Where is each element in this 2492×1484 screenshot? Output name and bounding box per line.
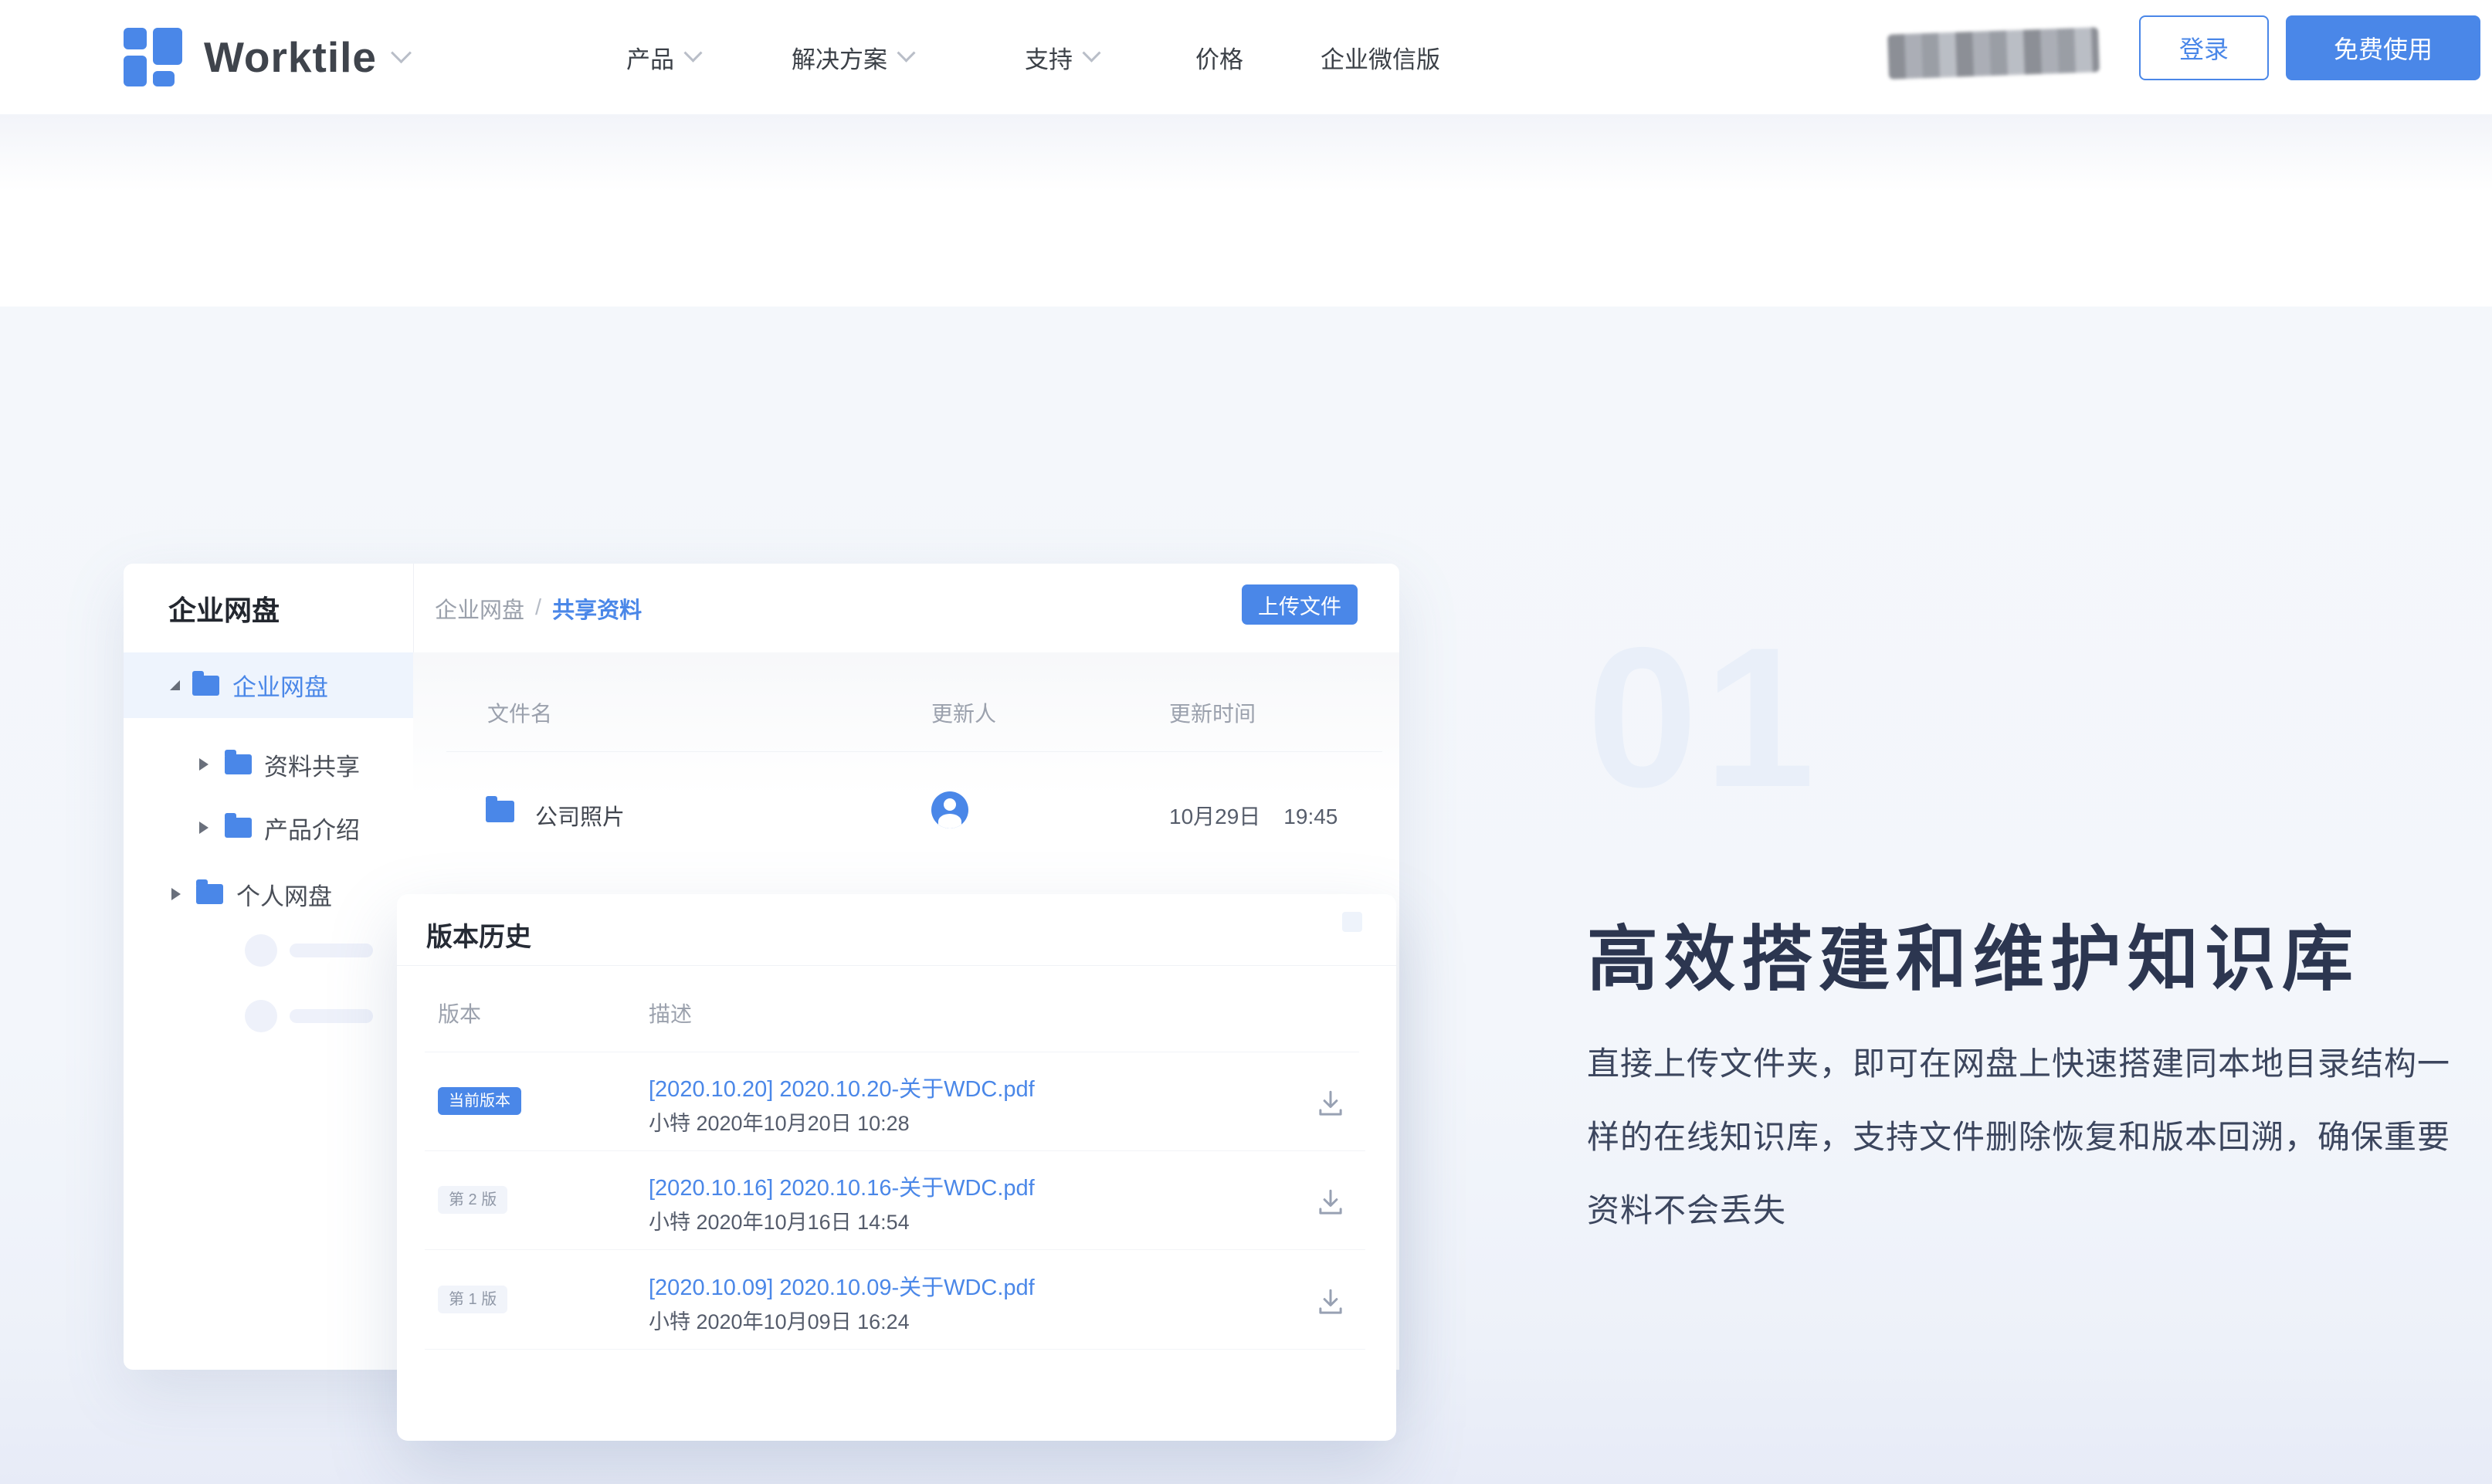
tree-item-shared-files[interactable]: 资料共享: [124, 733, 413, 796]
tree-item-enterprise-drive[interactable]: 企业网盘: [124, 652, 413, 718]
download-icon[interactable]: [1314, 1187, 1347, 1219]
download-icon[interactable]: [1314, 1286, 1347, 1319]
caret-expanded-icon[interactable]: [170, 680, 180, 690]
tree-item-product-intro[interactable]: 产品介绍: [124, 796, 413, 859]
version-meta: 小特 2020年10月16日 14:54: [649, 1205, 910, 1235]
nav-item-products[interactable]: 产品: [626, 0, 700, 114]
skeleton-bar: [290, 944, 373, 957]
version-badge: 第 2 版: [438, 1186, 507, 1214]
skeleton-bar: [290, 1009, 373, 1023]
brand-logo[interactable]: Worktile: [124, 0, 409, 114]
skeleton-circle: [245, 934, 277, 967]
version-row-2: 第 2 版 [2020.10.16] 2020.10.16-关于WDC.pdf …: [397, 1151, 1396, 1250]
upload-file-button[interactable]: 上传文件: [1242, 584, 1358, 625]
version-table-header: 版本 描述: [397, 965, 1396, 1052]
version-row-1: 第 1 版 [2020.10.09] 2020.10.09-关于WDC.pdf …: [397, 1251, 1396, 1350]
nav-item-pricing[interactable]: 价格: [1195, 0, 1243, 114]
version-history-dialog: 版本历史 版本 描述 当前版本 [2020.10.20] 2020.10.20-…: [397, 894, 1396, 1441]
version-file-link[interactable]: [2020.10.16] 2020.10.16-关于WDC.pdf: [649, 1170, 1035, 1202]
breadcrumb: 企业网盘 / 共享资料: [435, 564, 642, 652]
column-description: 描述: [649, 998, 692, 1028]
version-file-link[interactable]: [2020.10.20] 2020.10.20-关于WDC.pdf: [649, 1071, 1035, 1103]
version-history-header: 版本历史: [397, 894, 1396, 966]
column-updated-by: 更新人: [931, 697, 996, 728]
drive-main-header: 企业网盘 / 共享资料 上传文件: [413, 564, 1399, 653]
feature-description: 直接上传文件夹，即可在网盘上快速搭建同本地目录结构一样的在线知识库，支持文件删除…: [1587, 1027, 2475, 1247]
file-updated-time: 10月29日19:45: [1169, 800, 1338, 831]
folder-icon: [192, 676, 219, 696]
login-button[interactable]: 登录: [2139, 15, 2269, 80]
caret-collapsed-icon[interactable]: [199, 758, 209, 771]
sidebar-header: 企业网盘: [124, 564, 413, 653]
file-name[interactable]: 公司照片: [535, 799, 625, 832]
feature-title: 高效搭建和维护知识库: [1587, 902, 2359, 1005]
feature-index-watermark: 01: [1587, 618, 1821, 817]
dialog-title: 版本历史: [426, 916, 531, 954]
tree-item-personal-drive[interactable]: 个人网盘: [124, 862, 413, 926]
header-gradient: [0, 114, 2492, 191]
skeleton-circle: [245, 1000, 277, 1032]
page: Worktile 产品 解决方案 支持 价格 企业微信版 登录 免费使用 01 …: [0, 0, 2492, 1484]
caret-collapsed-icon[interactable]: [171, 888, 181, 900]
file-row-company-photos[interactable]: 公司照片 10月29日19:45: [413, 768, 1399, 853]
breadcrumb-parent[interactable]: 企业网盘: [435, 592, 524, 625]
signup-free-button[interactable]: 免费使用: [2286, 15, 2480, 80]
chevron-down-icon: [683, 43, 702, 62]
breadcrumb-separator: /: [535, 595, 541, 621]
folder-icon: [225, 754, 252, 774]
folder-icon: [225, 818, 252, 838]
version-meta: 小特 2020年10月20日 10:28: [649, 1106, 910, 1137]
folder-icon: [486, 801, 514, 822]
folder-icon: [196, 884, 223, 904]
download-icon[interactable]: [1314, 1088, 1347, 1120]
caret-collapsed-icon[interactable]: [199, 822, 209, 834]
version-row-current: 当前版本 [2020.10.20] 2020.10.20-关于WDC.pdf 小…: [397, 1052, 1396, 1151]
drive-sidebar: 企业网盘 企业网盘 资料共享 产品介绍 个人网盘: [124, 564, 414, 1370]
chevron-down-icon: [391, 42, 412, 63]
worktile-logo-icon: [124, 28, 182, 86]
column-version: 版本: [438, 998, 481, 1028]
divider: [446, 751, 1382, 752]
version-badge: 第 1 版: [438, 1286, 507, 1313]
divider: [425, 1349, 1365, 1350]
divider: [425, 1249, 1365, 1250]
phone-number-blurred: [1887, 27, 2100, 79]
column-filename: 文件名: [487, 697, 552, 728]
file-table-header: 文件名 更新人 更新时间: [413, 697, 1399, 728]
top-navigation-bar: Worktile 产品 解决方案 支持 价格 企业微信版 登录 免费使用: [0, 0, 2492, 114]
dialog-corner-icon[interactable]: [1342, 912, 1362, 932]
chevron-down-icon: [1082, 43, 1100, 62]
user-avatar-icon: [931, 791, 968, 828]
nav-item-support[interactable]: 支持: [1025, 0, 1098, 114]
version-file-link[interactable]: [2020.10.09] 2020.10.09-关于WDC.pdf: [649, 1269, 1035, 1302]
version-badge-current: 当前版本: [438, 1087, 521, 1115]
breadcrumb-current: 共享资料: [552, 592, 642, 625]
sidebar-title: 企业网盘: [168, 588, 280, 628]
brand-name: Worktile: [204, 32, 377, 82]
column-update-time: 更新时间: [1169, 697, 1256, 728]
skeleton-row: [124, 1000, 413, 1032]
nav-item-wechat-work[interactable]: 企业微信版: [1321, 0, 1440, 114]
nav-item-solutions[interactable]: 解决方案: [792, 0, 913, 114]
chevron-down-icon: [897, 43, 915, 62]
skeleton-row: [124, 934, 413, 967]
version-meta: 小特 2020年10月09日 16:24: [649, 1305, 910, 1335]
